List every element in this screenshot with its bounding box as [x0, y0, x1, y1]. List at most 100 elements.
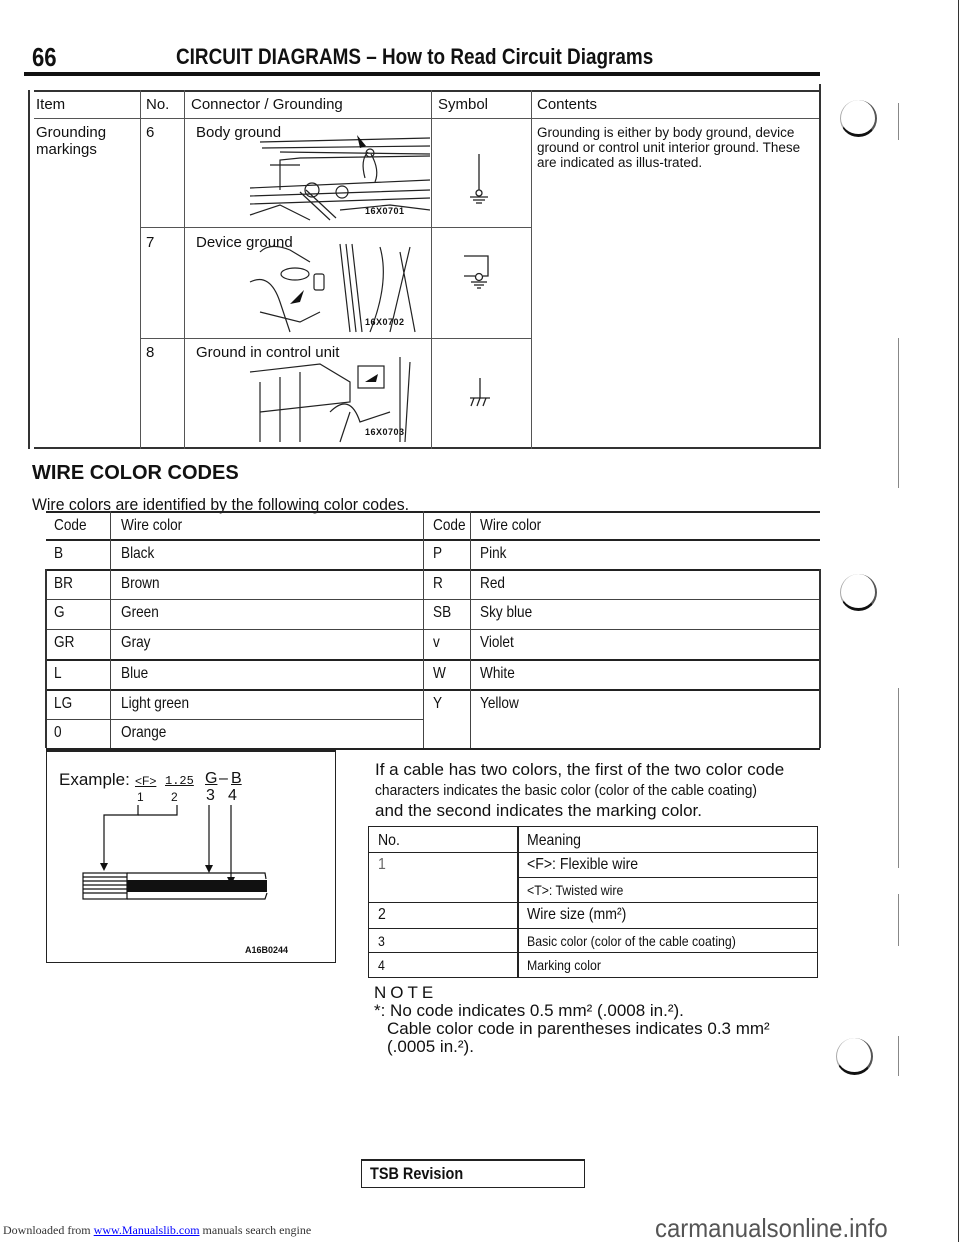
row-no: 4 [378, 957, 385, 973]
edge-mark [898, 688, 899, 868]
example-part-flex: <F> [135, 774, 157, 788]
note-title: NOTE [374, 983, 438, 1002]
code-cell: B [54, 545, 64, 562]
code-cell: 0 [54, 724, 62, 741]
code-cell: W [433, 665, 446, 682]
body-ground-symbol-icon [470, 154, 488, 204]
note-line: (.0005 in.²). [387, 1037, 474, 1056]
figure-code: A16B0244 [245, 945, 289, 955]
contents-text: Grounding is either by body ground, devi… [537, 125, 801, 170]
row-meaning: <T>: Twisted wire [527, 882, 624, 898]
wire-diagram [82, 805, 268, 900]
edge-mark [898, 338, 899, 488]
row-meaning: Basic color (color of the cable coating) [527, 933, 736, 949]
edge-mark [898, 894, 899, 946]
explanation-paragraph: If a cable has two colors, the first of … [375, 760, 825, 821]
code-cell: Y [433, 695, 443, 712]
table-row: BR Brown R Red [46, 569, 820, 601]
header-code-2: Code [433, 517, 466, 534]
table-row: 0 Orange [46, 718, 820, 750]
figure-code: 16X0702 [365, 317, 405, 327]
code-cell: G [54, 604, 65, 621]
color-cell: Black [121, 545, 155, 562]
note-line: Cable color code in parentheses indicate… [387, 1019, 770, 1038]
punch-hole-icon [836, 1038, 873, 1075]
col-header-item: Item [36, 96, 66, 113]
page-edge [958, 0, 959, 1242]
explanation-line: If a cable has two colors, the first of … [375, 760, 785, 779]
explanation-line: characters indicates the basic color (co… [375, 782, 758, 799]
code-cell: L [54, 665, 62, 682]
download-credit: Downloaded from www.Manualslib.com manua… [3, 1223, 311, 1238]
color-cell: Sky blue [480, 604, 533, 621]
device-ground-symbol-icon [464, 255, 489, 289]
table-row: GR Gray v Violet [46, 629, 820, 660]
header-rule [24, 72, 820, 76]
note-block: NOTE *: No code indicates 0.5 mm² (.0008… [374, 984, 770, 1056]
color-cell: Pink [480, 545, 507, 562]
color-cell: Blue [121, 665, 149, 682]
code-cell: GR [54, 634, 75, 651]
row-meaning: Wire size (mm²) [527, 906, 627, 923]
color-cell: Light green [121, 695, 190, 712]
code-cell: R [433, 575, 443, 592]
tsb-label: TSB Revision [370, 1164, 464, 1183]
row-no: 1 [378, 856, 386, 873]
header-meaning: Meaning [527, 832, 582, 849]
row-meaning: Marking color [527, 957, 601, 973]
color-cell: Violet [480, 634, 514, 651]
example-label: Example: [59, 770, 130, 789]
download-prefix: Downloaded from [3, 1223, 94, 1237]
callout-2: 2 [171, 790, 178, 804]
code-cell: LG [54, 695, 73, 712]
color-cell: Brown [121, 575, 160, 592]
figure-code: 16X0703 [365, 427, 405, 437]
example-part-basic: G [205, 770, 218, 787]
punch-hole-icon [840, 100, 877, 137]
table-row: B Black P Pink [46, 539, 820, 571]
section-title: WIRE COLOR CODES [32, 462, 239, 484]
table-row: G Green SB Sky blue [46, 599, 820, 630]
color-cell: Yellow [480, 695, 519, 712]
example-figure: Example: <F> 1.25 G – B 1 2 3 4 A16B0244 [46, 750, 336, 963]
col-header-no: No. [146, 96, 170, 113]
callout-1: 1 [137, 790, 144, 804]
code-cell: BR [54, 575, 73, 592]
download-suffix: manuals search engine [199, 1223, 312, 1237]
row-no: 3 [378, 933, 385, 949]
table-header-row: Code Wire color Code Wire color [46, 511, 820, 541]
page-number: 66 [32, 42, 57, 72]
note-line: *: No code indicates 0.5 mm² (.0008 in.²… [374, 1001, 684, 1020]
col-header-symbol: Symbol [438, 96, 489, 113]
row-no: 8 [146, 344, 155, 361]
watermark: carmanualsonline.info [655, 1213, 888, 1243]
example-part-dash: – [219, 770, 228, 787]
manualslib-link[interactable]: www.Manualslib.com [94, 1223, 200, 1237]
table-row: L Blue W White [46, 659, 820, 691]
row-no: 6 [146, 124, 155, 141]
color-cell: White [480, 665, 515, 682]
code-cell: P [433, 545, 443, 562]
edge-mark [898, 1036, 899, 1076]
row-no: 7 [146, 234, 155, 251]
tsb-revision-box: TSB Revision [361, 1159, 585, 1188]
color-cell: Orange [121, 724, 167, 741]
code-cell: SB [433, 604, 452, 621]
example-part-size: 1.25 [165, 774, 194, 788]
row-no: 2 [378, 906, 386, 923]
callout-3: 3 [206, 787, 215, 804]
page-title: CIRCUIT DIAGRAMS – How to Read Circuit D… [176, 44, 654, 69]
edge-mark [898, 103, 899, 140]
row-meaning: <F>: Flexible wire [527, 856, 639, 873]
header-wire-color-2: Wire color [480, 517, 542, 534]
header-no: No. [378, 832, 400, 849]
color-cell: Red [480, 575, 505, 592]
col-header-contents: Contents [537, 96, 598, 113]
col-header-connector: Connector / Grounding [191, 96, 343, 113]
color-cell: Gray [121, 634, 151, 651]
header-wire-color: Wire color [121, 517, 183, 534]
callout-4: 4 [228, 787, 237, 804]
color-cell: Green [121, 604, 159, 621]
explanation-line: and the second indicates the marking col… [375, 801, 702, 820]
grounding-table: Item No. Connector / Grounding Symbol Co… [28, 84, 821, 449]
